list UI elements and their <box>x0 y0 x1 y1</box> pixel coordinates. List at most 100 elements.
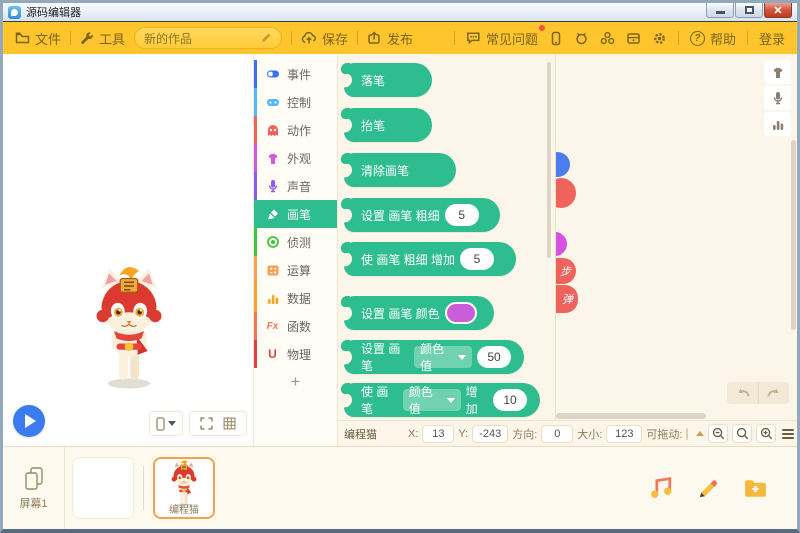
fullscreen-icon[interactable] <box>200 417 213 430</box>
kit-button[interactable] <box>626 31 641 45</box>
undo-button[interactable] <box>727 382 758 404</box>
category-operators[interactable]: 运算 <box>254 256 337 284</box>
block-value-input[interactable]: 5 <box>444 204 479 226</box>
zoom-out-button[interactable] <box>708 424 729 443</box>
wrench-icon <box>81 32 93 45</box>
block-set-pen-colorvalue[interactable]: 设置 画笔 颜色值 50 <box>341 340 524 374</box>
screen-1-item[interactable]: 屏幕1 <box>3 447 65 529</box>
save-button[interactable]: 保存 <box>301 29 348 48</box>
category-looks[interactable]: 外观 <box>254 144 337 172</box>
block-pen-up[interactable]: 抬笔 <box>341 108 432 142</box>
block-dropdown[interactable]: 颜色值 <box>402 385 461 416</box>
block-pen-down[interactable]: 落笔 <box>341 63 432 97</box>
toolbar-divider <box>677 31 679 45</box>
block-set-pen-size[interactable]: 设置 画笔 粗细 5 <box>341 198 500 232</box>
pen-icon <box>265 208 280 221</box>
zoom-out-icon <box>712 427 725 440</box>
direction-input[interactable] <box>541 424 574 443</box>
category-sound[interactable]: 声音 <box>254 172 337 200</box>
workspace-vertical-scrollbar[interactable] <box>791 140 796 330</box>
redo-icon <box>767 388 779 397</box>
category-sensing[interactable]: 侦测 <box>254 228 337 256</box>
mascot-button[interactable] <box>574 31 589 45</box>
notification-dot <box>538 24 545 31</box>
microphone-icon <box>265 179 280 193</box>
close-button[interactable] <box>764 3 792 18</box>
zoom-reset-button[interactable] <box>732 424 753 443</box>
category-control[interactable]: 控制 <box>254 88 337 116</box>
block-change-pen-colorvalue[interactable]: 使 画笔 颜色值 增加 10 <box>341 383 540 417</box>
sprite-card-selected[interactable]: 编程猫 <box>153 457 215 519</box>
block-dropdown[interactable]: 颜色值 <box>414 342 472 373</box>
block-label: 设置 画笔 粗细 <box>361 208 440 223</box>
partial-block-magenta[interactable] <box>556 232 567 256</box>
partial-block-move-steps[interactable]: 步 <box>556 258 576 284</box>
costume-tab[interactable] <box>764 60 791 84</box>
play-button[interactable] <box>13 405 45 437</box>
block-value-input[interactable]: 5 <box>460 248 495 270</box>
magnet-icon: U <box>268 347 277 361</box>
y-input[interactable] <box>472 424 509 443</box>
partial-block-blue[interactable] <box>556 152 570 177</box>
workspace-menu-button[interactable] <box>782 428 795 439</box>
category-label: 声音 <box>287 179 312 194</box>
block-set-pen-color[interactable]: 设置 画笔 颜色 <box>341 296 494 330</box>
block-value-input[interactable]: 10 <box>493 389 527 411</box>
zoom-in-button[interactable] <box>756 424 777 443</box>
file-menu-button[interactable]: 文件 <box>15 29 61 48</box>
category-label: 运算 <box>287 263 312 278</box>
draw-sprite-button[interactable] <box>695 475 722 502</box>
draggable-checkbox[interactable] <box>686 427 689 440</box>
undo-icon <box>737 388 749 397</box>
minimize-icon <box>715 11 725 14</box>
sound-tab[interactable] <box>764 86 791 110</box>
undo-redo-group <box>727 382 789 404</box>
block-value-input[interactable]: 50 <box>477 346 511 368</box>
grid-icon[interactable] <box>223 417 236 430</box>
data-tab[interactable] <box>764 112 791 136</box>
add-sprite-button[interactable] <box>742 475 769 502</box>
category-functions[interactable]: Fx 函数 <box>254 312 337 340</box>
project-name-input[interactable] <box>144 31 255 45</box>
login-button[interactable]: 登录 <box>759 29 785 48</box>
community-button[interactable] <box>600 31 615 45</box>
faq-button[interactable]: 常见问题 <box>466 24 545 48</box>
toolbar-right-group: 常见问题 ? 帮助 登录 <box>453 24 785 48</box>
category-motion[interactable]: 动作 <box>254 116 337 144</box>
device-preview-button[interactable] <box>149 411 183 436</box>
help-button[interactable]: ? 帮助 <box>689 29 736 48</box>
block-label: 增加 <box>465 385 478 416</box>
sprite-name-input[interactable] <box>344 427 396 440</box>
partial-block-bounce[interactable]: 弹 <box>556 285 578 313</box>
add-sound-button[interactable] <box>648 475 675 502</box>
save-label: 保存 <box>322 31 349 47</box>
stage-sprite-cat[interactable] <box>89 266 169 391</box>
palette-scrollbar[interactable] <box>547 62 551 258</box>
redo-button[interactable] <box>758 382 789 404</box>
color-swatch[interactable] <box>444 302 477 324</box>
background-thumbnail[interactable] <box>72 457 134 519</box>
size-input[interactable] <box>606 424 643 443</box>
minimize-button[interactable] <box>706 3 734 18</box>
category-physics[interactable]: U 物理 <box>254 340 337 368</box>
partial-block-red[interactable] <box>556 178 576 208</box>
app-window: 源码编辑器 文件 工具 保存 发布 <box>0 0 800 533</box>
cloud-save-icon <box>301 31 317 44</box>
publish-button[interactable]: 发布 <box>367 29 413 48</box>
category-pen-selected[interactable]: 画笔 <box>254 200 337 228</box>
tools-menu-button[interactable]: 工具 <box>80 29 125 48</box>
sprite-panel: 屏幕1 编程猫 <box>3 446 797 529</box>
add-category-button[interactable]: + <box>254 368 337 396</box>
category-data[interactable]: 数据 <box>254 284 337 312</box>
category-events[interactable]: 事件 <box>254 60 337 88</box>
folder-icon <box>15 32 30 44</box>
collapse-caret-button[interactable] <box>696 431 705 436</box>
block-change-pen-size[interactable]: 使 画笔 粗细 增加 5 <box>341 242 516 276</box>
maximize-button[interactable] <box>735 3 763 18</box>
project-name-field[interactable] <box>134 27 283 49</box>
workspace-horizontal-scrollbar[interactable] <box>556 413 706 419</box>
mobile-preview-button[interactable] <box>549 31 563 46</box>
settings-button[interactable] <box>652 31 667 46</box>
x-input[interactable] <box>422 424 455 443</box>
block-clear-pen[interactable]: 清除画笔 <box>341 153 456 187</box>
